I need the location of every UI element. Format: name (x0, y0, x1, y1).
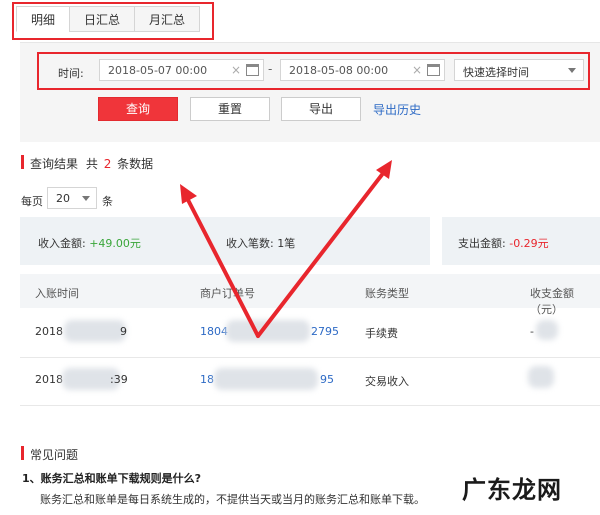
annotation-arrow-left (184, 194, 260, 338)
annotation-arrows (180, 160, 392, 338)
annotation-arrow-right (256, 170, 386, 338)
